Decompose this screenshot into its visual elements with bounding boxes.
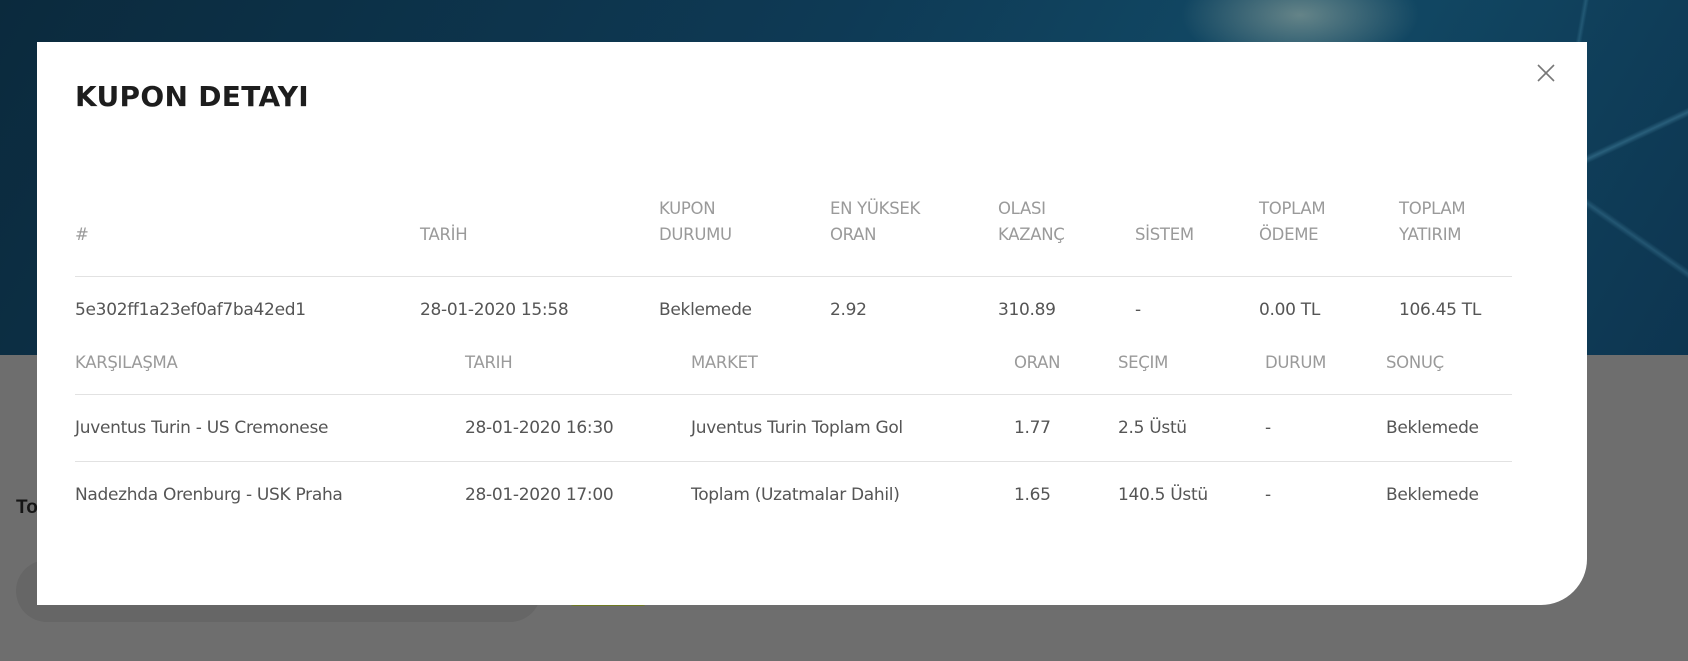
header-id: # — [75, 225, 89, 244]
header-result: SONUÇ — [1386, 353, 1444, 372]
coupon-status: Beklemede — [659, 300, 752, 320]
header-payout-line1: TOPLAM — [1259, 199, 1326, 218]
header-selection: SEÇIM — [1118, 353, 1169, 372]
header-potential-win: OLASI KAZANÇ — [998, 196, 1065, 248]
header-date: TARIH — [465, 353, 513, 372]
match-market: Toplam (Uzatmalar Dahil) — [691, 485, 900, 505]
match-odds: 1.77 — [1014, 418, 1051, 438]
header-market: MARKET — [691, 353, 758, 372]
modal-title: KUPON DETAYI — [75, 80, 310, 113]
coupon-potential-win: 310.89 — [998, 300, 1056, 320]
table-header-row: # TARİH KUPON DURUMU EN YÜKSEK ORAN OLAS… — [75, 162, 1512, 262]
table-divider — [75, 394, 1512, 395]
coupon-summary-table: # TARİH KUPON DURUMU EN YÜKSEK ORAN OLAS… — [75, 162, 1512, 322]
header-potential-line2: KAZANÇ — [998, 225, 1065, 244]
coupon-total-stake: 106.45 TL — [1399, 300, 1482, 320]
header-total-payout: TOPLAM ÖDEME — [1259, 196, 1326, 248]
coupon-detail-modal: KUPON DETAYI # TARİH KUPON DURUMU EN YÜK… — [37, 42, 1587, 605]
match-selection: 140.5 Üstü — [1118, 485, 1208, 505]
header-total-stake: TOPLAM YATIRIM — [1399, 196, 1466, 248]
header-max-odds-line2: ORAN — [830, 225, 877, 244]
table-divider — [75, 461, 1512, 462]
header-payout-line2: ÖDEME — [1259, 225, 1319, 244]
header-match: KARŞILAŞMA — [75, 353, 178, 372]
header-status-line2: DURUMU — [659, 225, 732, 244]
match-result: Beklemede — [1386, 418, 1479, 438]
coupon-id: 5e302ff1a23ef0af7ba42ed1 — [75, 300, 306, 320]
match-market: Juventus Turin Toplam Gol — [691, 418, 903, 438]
match-selection: 2.5 Üstü — [1118, 418, 1187, 438]
coupon-total-payout: 0.00 TL — [1259, 300, 1321, 320]
match-result: Beklemede — [1386, 485, 1479, 505]
header-state: DURUM — [1265, 353, 1327, 372]
header-status-line1: KUPON — [659, 199, 716, 218]
match-odds: 1.65 — [1014, 485, 1051, 505]
coupon-system: - — [1135, 300, 1141, 320]
coupon-date: 28-01-2020 15:58 — [420, 300, 569, 320]
background-heading: To — [16, 497, 38, 518]
header-stake-line1: TOPLAM — [1399, 199, 1466, 218]
match-state: - — [1265, 418, 1271, 438]
match-name: Nadezhda Orenburg - USK Praha — [75, 485, 343, 505]
header-system: SİSTEM — [1135, 225, 1194, 244]
close-icon[interactable] — [1531, 58, 1561, 88]
match-state: - — [1265, 485, 1271, 505]
match-date: 28-01-2020 16:30 — [465, 418, 614, 438]
header-status: KUPON DURUMU — [659, 196, 732, 248]
header-date: TARİH — [420, 225, 468, 244]
match-name: Juventus Turin - US Cremonese — [75, 418, 329, 438]
table-row: 5e302ff1a23ef0af7ba42ed1 28-01-2020 15:5… — [75, 262, 1512, 322]
header-stake-line2: YATIRIM — [1399, 225, 1462, 244]
coupon-max-odds: 2.92 — [830, 300, 867, 320]
header-odds: ORAN — [1014, 353, 1061, 372]
match-date: 28-01-2020 17:00 — [465, 485, 614, 505]
header-potential-line1: OLASI — [998, 199, 1046, 218]
header-max-odds-line1: EN YÜKSEK — [830, 199, 921, 218]
match-table: KARŞILAŞMA TARIH MARKET ORAN SEÇIM DURUM… — [75, 342, 1512, 572]
header-max-odds: EN YÜKSEK ORAN — [830, 196, 920, 248]
